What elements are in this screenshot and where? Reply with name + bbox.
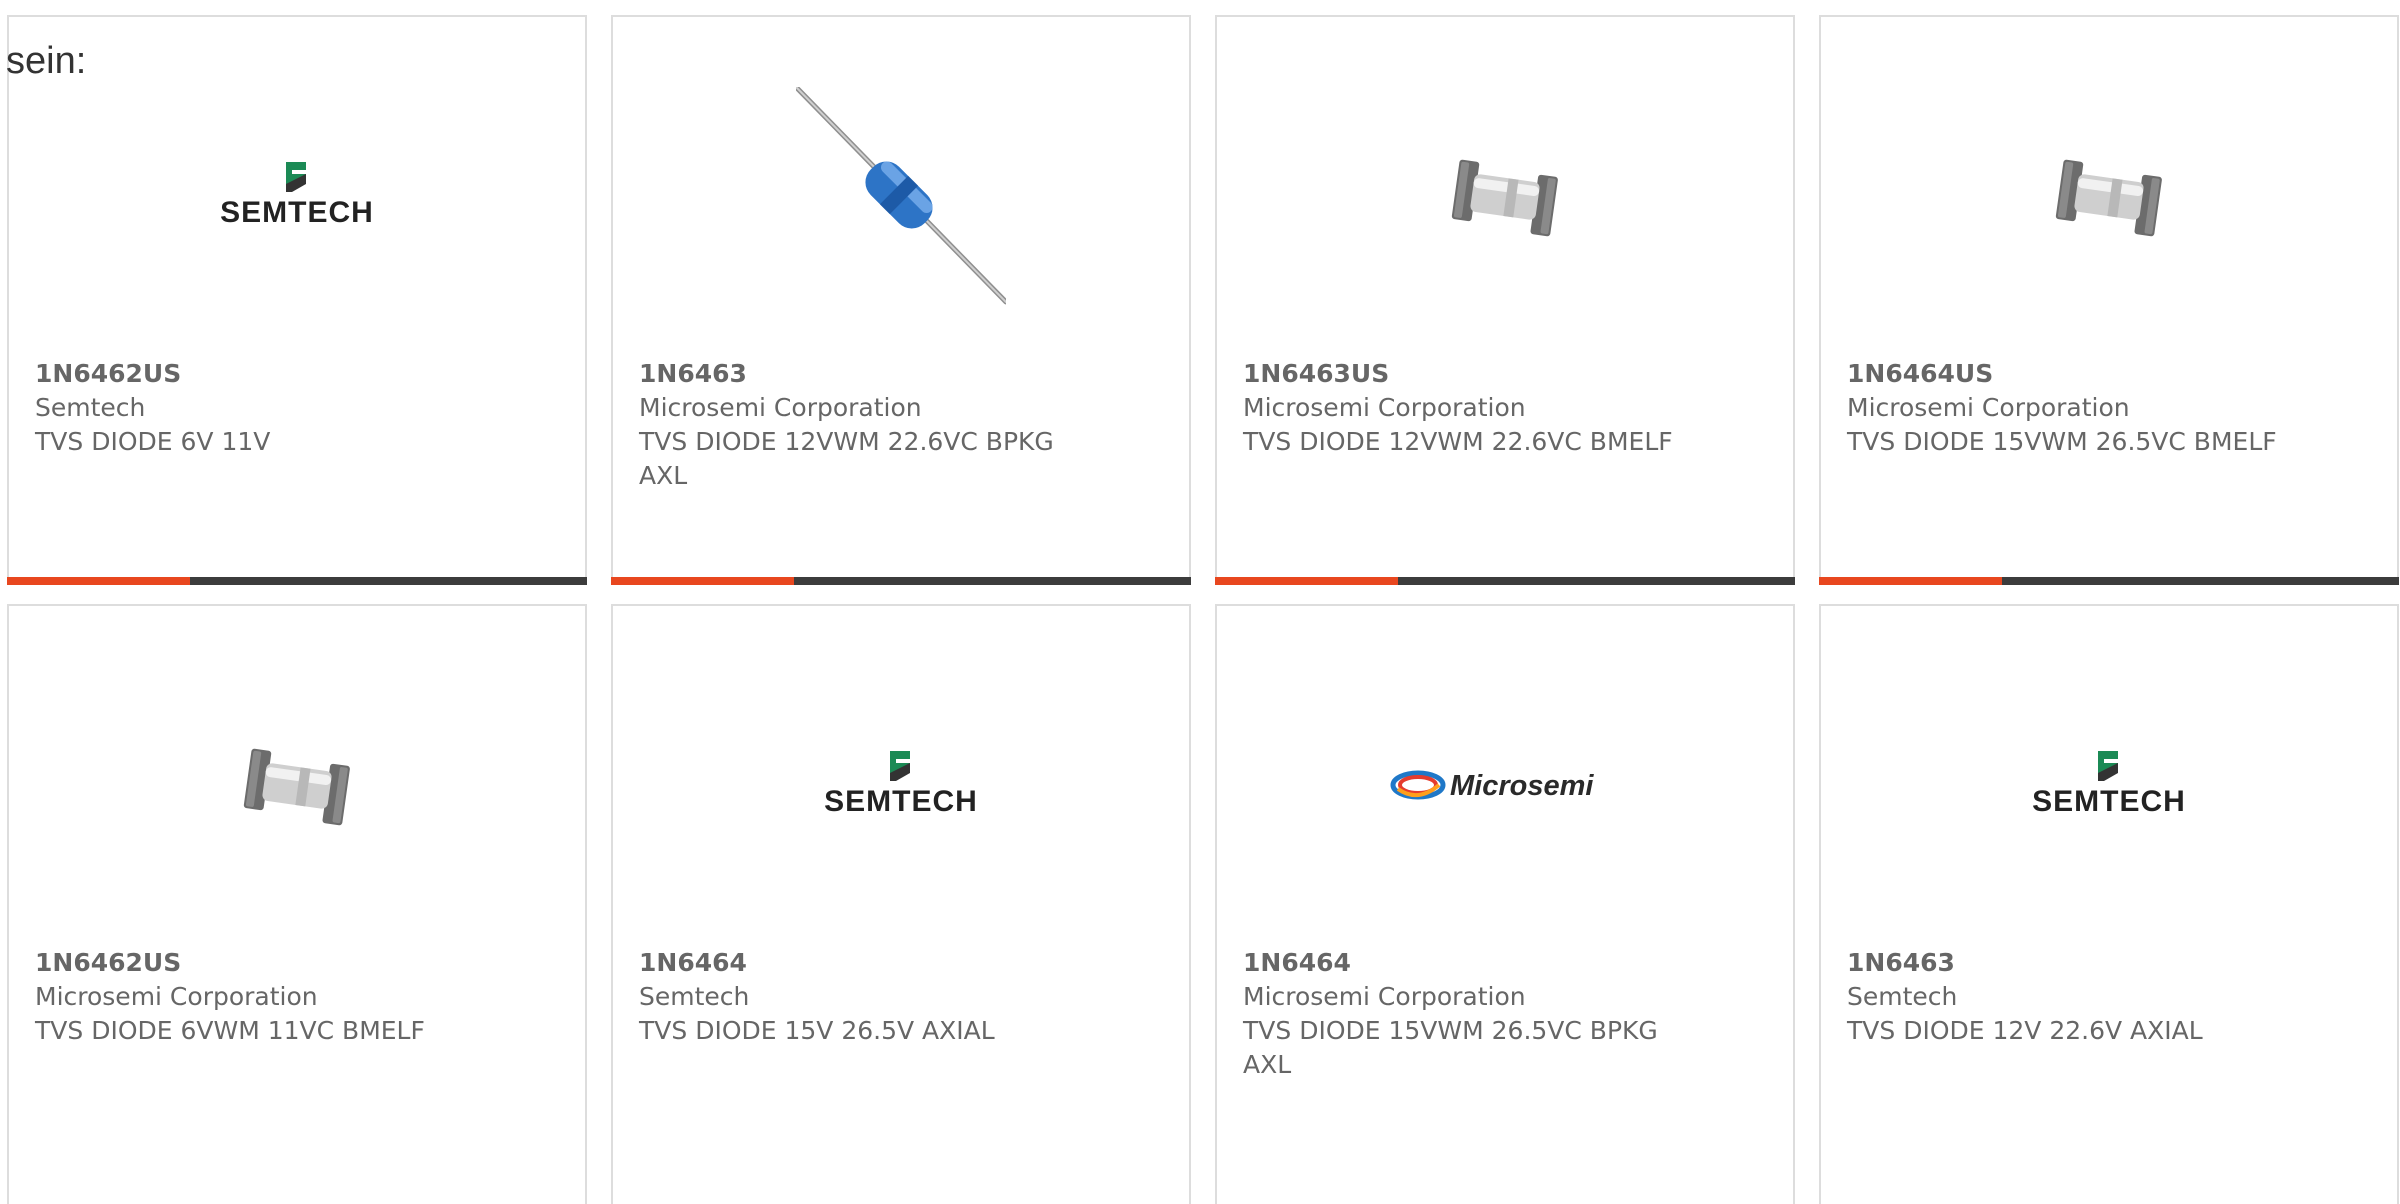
semtech-logo-text: SEMTECH (220, 196, 374, 229)
product-description: TVS DIODE 15VWM 26.5VC BMELF (1847, 427, 2277, 456)
part-number[interactable]: 1N6464 (1243, 946, 1713, 980)
card-accent-bar (1819, 577, 2002, 585)
product-info: 1N6463 Microsemi Corporation TVS DIODE 1… (639, 357, 1109, 493)
manufacturer: Semtech (639, 982, 750, 1011)
product-card[interactable]: SEMTECH 1N6464 Semtech TVS DIODE 15V 26.… (611, 604, 1191, 1204)
card-accent-bar (611, 577, 794, 585)
card-bottom-bar (1819, 577, 2399, 585)
product-card[interactable]: 1N6463US Microsemi Corporation TVS DIODE… (1215, 15, 1795, 585)
semtech-logo: SEMTECH (2032, 751, 2186, 818)
product-image[interactable] (1217, 77, 1793, 317)
part-number[interactable]: 1N6464US (1847, 357, 2317, 391)
melf-diode-icon (2055, 159, 2162, 237)
product-info: 1N6463 Semtech TVS DIODE 12V 22.6V AXIAL (1847, 946, 2317, 1048)
product-image[interactable]: SEMTECH (613, 666, 1189, 906)
product-info: 1N6462US Semtech TVS DIODE 6V 11V (35, 357, 505, 459)
product-card[interactable]: SEMTECH 1N6462US Semtech TVS DIODE 6V 11… (7, 15, 587, 585)
product-description: TVS DIODE 6VWM 11VC BMELF (35, 1016, 425, 1045)
product-card[interactable]: 1N6463 Microsemi Corporation TVS DIODE 1… (611, 15, 1191, 585)
product-image[interactable]: Microsemi (1217, 666, 1793, 906)
manufacturer: Microsemi Corporation (1847, 393, 2130, 422)
part-number[interactable]: 1N6463 (639, 357, 1109, 391)
card-bottom-bar (7, 577, 587, 585)
product-description: TVS DIODE 15V 26.5V AXIAL (639, 1016, 995, 1045)
melf-diode-icon (243, 748, 350, 826)
card-accent-bar (1215, 577, 1398, 585)
product-info: 1N6462US Microsemi Corporation TVS DIODE… (35, 946, 505, 1048)
product-info: 1N6464US Microsemi Corporation TVS DIODE… (1847, 357, 2317, 459)
product-card[interactable]: SEMTECH 1N6463 Semtech TVS DIODE 12V 22.… (1819, 604, 2399, 1204)
product-description: TVS DIODE 15VWM 26.5VC BPKG AXL (1243, 1016, 1658, 1079)
manufacturer: Microsemi Corporation (1243, 982, 1526, 1011)
product-card[interactable]: 1N6462US Microsemi Corporation TVS DIODE… (7, 604, 587, 1204)
part-number[interactable]: 1N6463US (1243, 357, 1713, 391)
product-info: 1N6464 Microsemi Corporation TVS DIODE 1… (1243, 946, 1713, 1082)
manufacturer: Microsemi Corporation (35, 982, 318, 1011)
manufacturer: Microsemi Corporation (639, 393, 922, 422)
product-card[interactable]: Microsemi 1N6464 Microsemi Corporation T… (1215, 604, 1795, 1204)
product-image[interactable] (613, 77, 1189, 317)
semtech-logo: SEMTECH (220, 162, 374, 229)
product-image[interactable] (9, 666, 585, 906)
part-number[interactable]: 1N6464 (639, 946, 1109, 980)
semtech-logo-text: SEMTECH (2032, 785, 2186, 818)
product-info: 1N6464 Semtech TVS DIODE 15V 26.5V AXIAL (639, 946, 1109, 1048)
semtech-logo: SEMTECH (824, 751, 978, 818)
product-image[interactable]: SEMTECH (1821, 666, 2397, 906)
card-bottom-bar (1215, 577, 1795, 585)
part-number[interactable]: 1N6462US (35, 946, 505, 980)
product-info: 1N6463US Microsemi Corporation TVS DIODE… (1243, 357, 1713, 459)
card-bottom-bar (611, 577, 1191, 585)
manufacturer: Semtech (1847, 982, 1958, 1011)
microsemi-logo-text: Microsemi (1450, 770, 1594, 802)
semtech-logo-text: SEMTECH (824, 785, 978, 818)
manufacturer: Microsemi Corporation (1243, 393, 1526, 422)
product-image[interactable]: SEMTECH (9, 77, 585, 317)
product-description: TVS DIODE 6V 11V (35, 427, 271, 456)
part-number[interactable]: 1N6462US (35, 357, 505, 391)
card-accent-bar (7, 577, 190, 585)
product-description: TVS DIODE 12VWM 22.6VC BMELF (1243, 427, 1673, 456)
part-number[interactable]: 1N6463 (1847, 946, 2317, 980)
product-grid: SEMTECH 1N6462US Semtech TVS DIODE 6V 11… (7, 15, 2400, 1204)
axial-diode-icon (796, 87, 1006, 305)
product-image[interactable] (1821, 77, 2397, 317)
manufacturer: Semtech (35, 393, 146, 422)
melf-diode-icon (1451, 159, 1558, 237)
intro-text: sein: (6, 40, 87, 82)
product-description: TVS DIODE 12VWM 22.6VC BPKG AXL (639, 427, 1054, 490)
microsemi-logo: Microsemi (1390, 770, 1594, 802)
product-description: TVS DIODE 12V 22.6V AXIAL (1847, 1016, 2203, 1045)
product-card[interactable]: 1N6464US Microsemi Corporation TVS DIODE… (1819, 15, 2399, 585)
